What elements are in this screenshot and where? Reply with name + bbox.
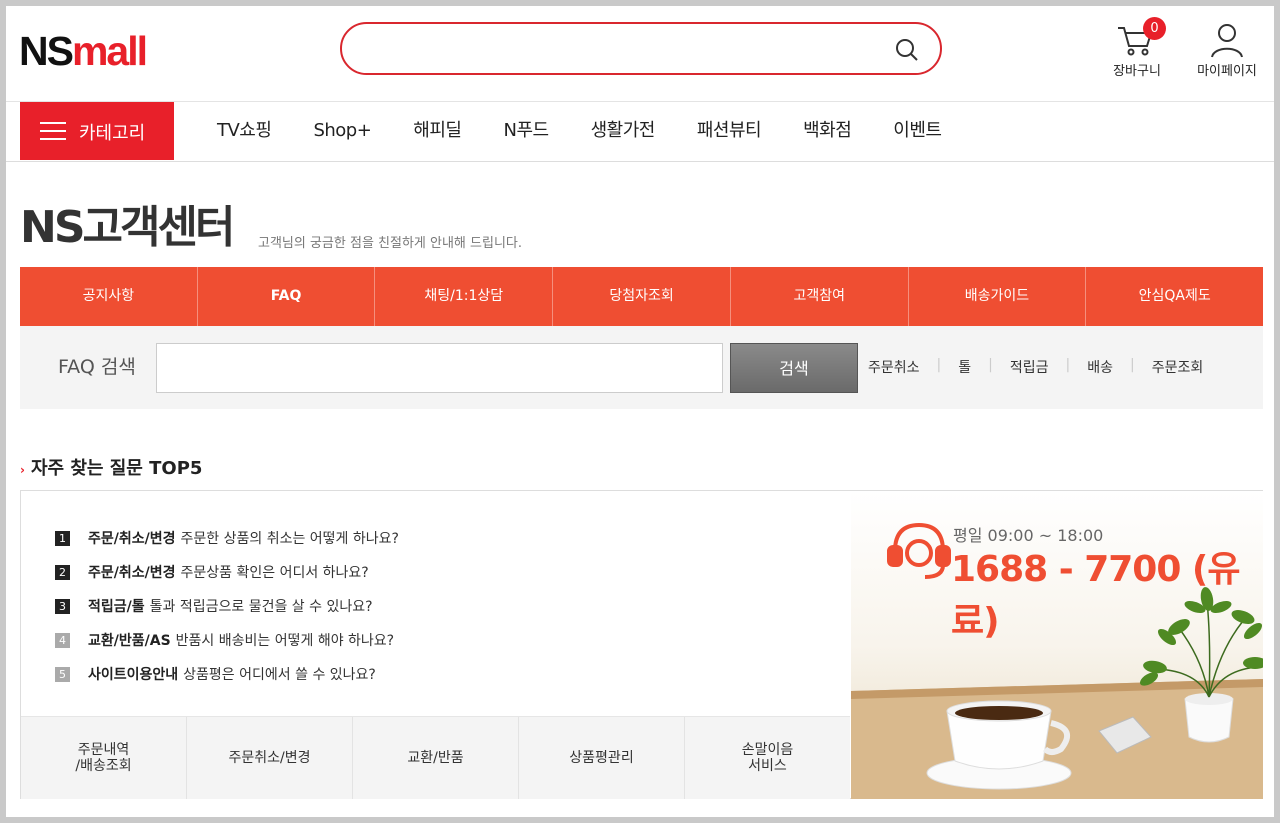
rank-badge: 3 bbox=[55, 598, 70, 614]
gnb-item-appliances[interactable]: 생활가전 bbox=[570, 102, 676, 160]
page: NSmall 0 장바구니 마이페이지 카테고리 TV쇼핑 Shop+ 해피딜 … bbox=[6, 6, 1274, 817]
rank-badge: 4 bbox=[55, 632, 70, 648]
faq-question: 상품평은 어디에서 쓸 수 있나요? bbox=[183, 667, 376, 683]
quick-links: 주문내역 /배송조회 주문취소/변경 교환/반품 상품평관리 손말이음 서비스 bbox=[21, 716, 850, 799]
faq-search-label: FAQ 검색 bbox=[58, 356, 136, 378]
quick-link-sign-service[interactable]: 손말이음 서비스 bbox=[685, 717, 850, 799]
keyword-separator: | bbox=[1065, 357, 1071, 373]
faq-item[interactable]: 1 주문/취소/변경 주문한 상품의 취소는 어떻게 하나요? bbox=[55, 521, 399, 555]
main-navigation: TV쇼핑 Shop+ 해피딜 N푸드 생활가전 패션뷰티 백화점 이벤트 bbox=[196, 102, 962, 160]
faq-search-input[interactable] bbox=[156, 343, 723, 393]
cart-label: 장바구니 bbox=[1113, 64, 1161, 79]
gnb-item-fashion-beauty[interactable]: 패션뷰티 bbox=[676, 102, 782, 160]
category-menu-button[interactable]: 카테고리 bbox=[20, 102, 174, 160]
quick-link-exchange-return[interactable]: 교환/반품 bbox=[353, 717, 519, 799]
gnb-item-n-food[interactable]: N푸드 bbox=[482, 102, 569, 160]
search-icon[interactable] bbox=[894, 37, 920, 63]
cart-button[interactable]: 0 장바구니 bbox=[1097, 17, 1177, 80]
keyword-separator: | bbox=[936, 357, 942, 373]
faq-question: 반품시 배송비는 어떻게 해야 하나요? bbox=[175, 633, 395, 649]
keyword-order-lookup[interactable]: 주문조회 bbox=[1152, 357, 1204, 377]
user-icon bbox=[1211, 24, 1243, 58]
keyword-order-cancel[interactable]: 주문취소 bbox=[868, 357, 920, 377]
tab-participation[interactable]: 고객참여 bbox=[731, 267, 909, 326]
chevron-right-icon: › bbox=[20, 463, 25, 477]
tab-notice[interactable]: 공지사항 bbox=[20, 267, 198, 326]
keyword-separator: | bbox=[1129, 357, 1135, 373]
rank-badge: 1 bbox=[55, 530, 70, 546]
gnb-item-tv-shopping[interactable]: TV쇼핑 bbox=[196, 102, 292, 160]
tab-chat-consult[interactable]: 채팅/1:1상담 bbox=[375, 267, 554, 326]
faq-top5-list: 1 주문/취소/변경 주문한 상품의 취소는 어떻게 하나요? 2 주문/취소/… bbox=[55, 521, 399, 691]
quick-link-cancel-change[interactable]: 주문취소/변경 bbox=[187, 717, 353, 799]
tab-delivery-guide[interactable]: 배송가이드 bbox=[909, 267, 1087, 326]
tab-faq[interactable]: FAQ bbox=[198, 267, 376, 326]
top5-heading: › 자주 찾는 질문 TOP5 bbox=[20, 454, 202, 480]
gnb-divider bbox=[6, 161, 1274, 162]
faq-question: 주문한 상품의 취소는 어떻게 하나요? bbox=[180, 531, 399, 547]
customer-center-tabs: 공지사항 FAQ 채팅/1:1상담 당첨자조회 고객참여 배송가이드 안심QA제… bbox=[20, 267, 1263, 326]
quick-link-review-manage[interactable]: 상품평관리 bbox=[519, 717, 685, 799]
top5-box: 1 주문/취소/변경 주문한 상품의 취소는 어떻게 하나요? 2 주문/취소/… bbox=[20, 490, 1263, 799]
gnb-item-happy-deal[interactable]: 해피딜 bbox=[392, 102, 482, 160]
category-label: 카테고리 bbox=[79, 123, 146, 144]
logo-mall: mall bbox=[71, 28, 148, 74]
faq-question: 톨과 적립금으로 물건을 살 수 있나요? bbox=[149, 599, 373, 615]
faq-item[interactable]: 4 교환/반품/AS 반품시 배송비는 어떻게 해야 하나요? bbox=[55, 623, 399, 657]
quick-link-order-delivery[interactable]: 주문내역 /배송조회 bbox=[21, 717, 187, 799]
rank-badge: 2 bbox=[55, 564, 70, 580]
tab-winners[interactable]: 당첨자조회 bbox=[553, 267, 731, 326]
logo-ns: NS bbox=[19, 28, 74, 74]
call-phone-number: 1688 - 7700 (유료) bbox=[951, 549, 1241, 642]
faq-item[interactable]: 3 적립금/톨 톨과 적립금으로 물건을 살 수 있나요? bbox=[55, 589, 399, 623]
faq-category: 교환/반품/AS bbox=[88, 633, 171, 649]
mypage-button[interactable]: 마이페이지 bbox=[1187, 20, 1267, 80]
gnb-item-event[interactable]: 이벤트 bbox=[872, 102, 962, 160]
gnb-item-department-store[interactable]: 백화점 bbox=[782, 102, 872, 160]
faq-category: 적립금/톨 bbox=[88, 599, 145, 615]
headset-icon bbox=[887, 522, 951, 579]
faq-keywords: 주문취소 | 톨 | 적립금 | 배송 | 주문조회 bbox=[868, 357, 1203, 377]
search-input[interactable] bbox=[362, 34, 882, 63]
cart-count-badge: 0 bbox=[1143, 17, 1166, 40]
rank-badge: 5 bbox=[55, 666, 70, 682]
keyword-delivery[interactable]: 배송 bbox=[1087, 357, 1113, 377]
call-center-banner: 평일 09:00 ~ 18:00 1688 - 7700 (유료) bbox=[851, 491, 1263, 799]
search-bar bbox=[340, 22, 942, 75]
faq-search-button[interactable]: 검색 bbox=[730, 343, 858, 393]
keyword-points[interactable]: 적립금 bbox=[1010, 357, 1049, 377]
nsmall-logo[interactable]: NSmall bbox=[19, 28, 148, 74]
faq-item[interactable]: 5 사이트이용안내 상품평은 어디에서 쓸 수 있나요? bbox=[55, 657, 399, 691]
hamburger-icon bbox=[40, 122, 66, 140]
mypage-label: 마이페이지 bbox=[1197, 64, 1257, 79]
page-subtitle: 고객님의 궁금한 점을 친절하게 안내해 드립니다. bbox=[258, 236, 522, 251]
gnb-item-shop-plus[interactable]: Shop+ bbox=[292, 102, 392, 160]
faq-question: 주문상품 확인은 어디서 하나요? bbox=[180, 565, 369, 581]
faq-category: 주문/취소/변경 bbox=[88, 531, 176, 547]
faq-search-panel: FAQ 검색 검색 주문취소 | 톨 | 적립금 | 배송 | 주문조회 bbox=[20, 326, 1263, 409]
top5-title: 자주 찾는 질문 TOP5 bbox=[30, 458, 203, 479]
faq-category: 사이트이용안내 bbox=[88, 667, 179, 683]
keyword-toll[interactable]: 톨 bbox=[958, 357, 971, 377]
tab-safe-qa[interactable]: 안심QA제도 bbox=[1086, 267, 1263, 326]
faq-category: 주문/취소/변경 bbox=[88, 565, 176, 581]
keyword-separator: | bbox=[988, 357, 993, 373]
page-title: NS고객센터 bbox=[20, 202, 235, 253]
faq-item[interactable]: 2 주문/취소/변경 주문상품 확인은 어디서 하나요? bbox=[55, 555, 399, 589]
